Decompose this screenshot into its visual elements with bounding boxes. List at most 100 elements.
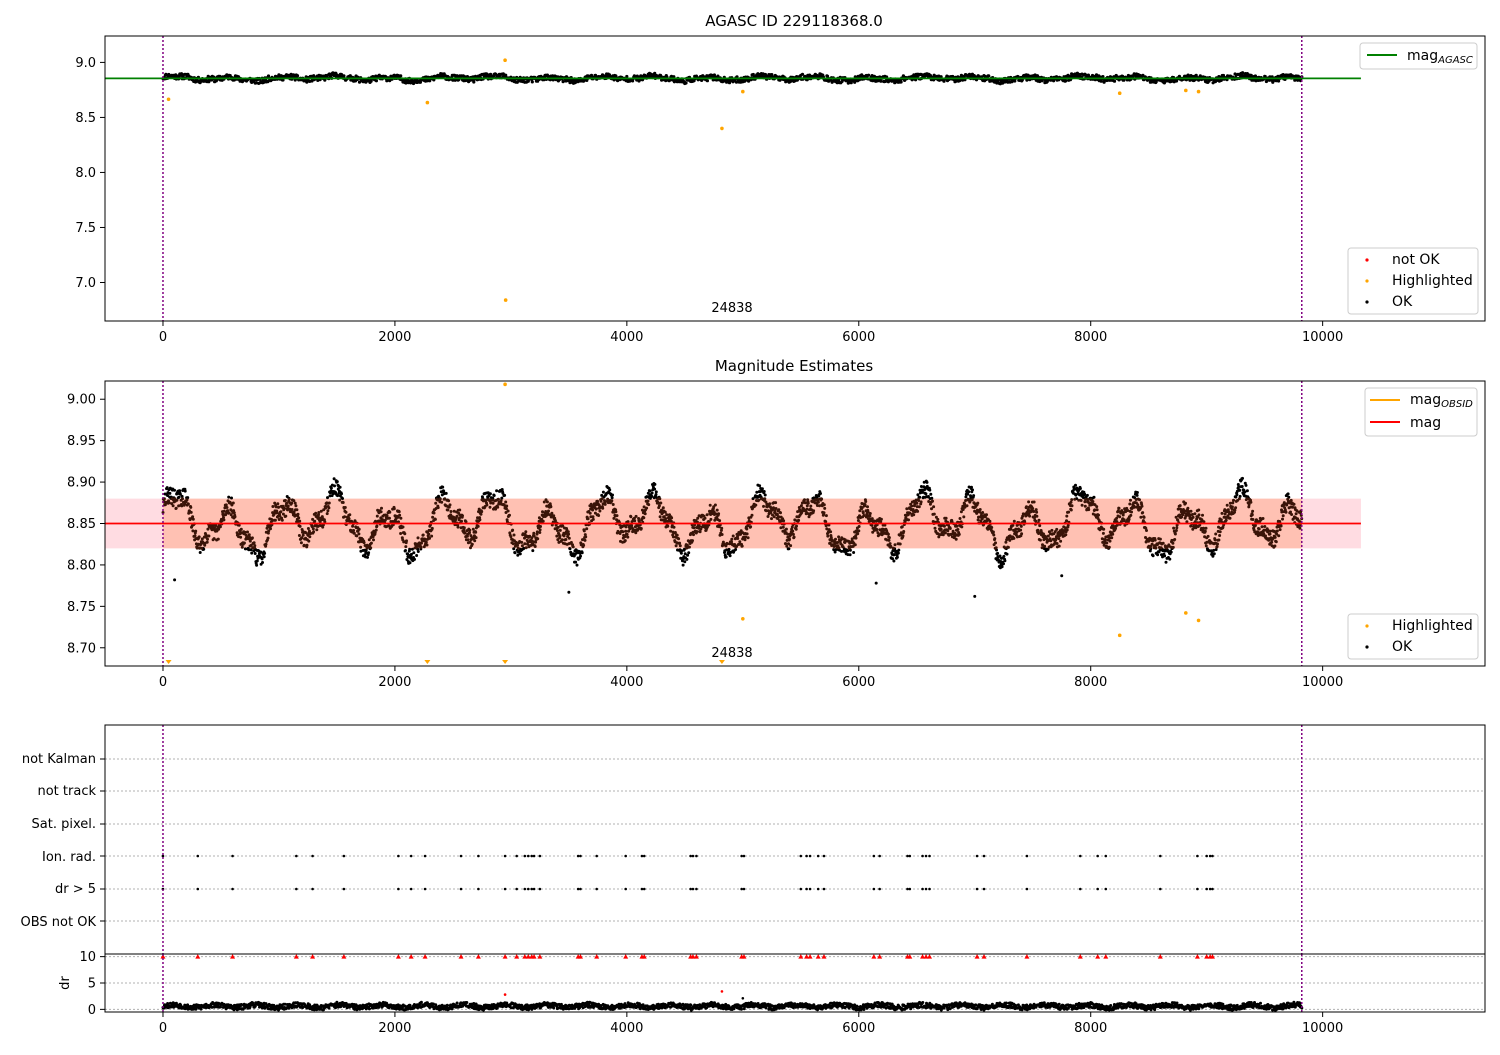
x-tick-label: 10000 [1302,1021,1343,1036]
y-tick-label: 7.0 [75,276,96,291]
flag-point [523,887,527,891]
flag-label-obs-not-ok: OBS not OK [21,915,97,930]
magnitude-ok-point [567,590,571,594]
y-tick-label: 8.80 [67,558,96,573]
magnitude-ok-point [874,581,878,585]
magnitude-legend-highlighted: Highlighted [1392,618,1473,634]
y-tick-label: 7.5 [75,221,96,236]
flag-point [526,887,530,891]
flag-point [515,887,518,891]
flag-point [515,854,518,858]
x-tick-label: 4000 [610,675,643,690]
flag-point [526,854,530,858]
x-tick-label: 8000 [1074,675,1107,690]
dr-point [741,996,745,1000]
flag-point [295,854,298,858]
flag-point [928,854,931,858]
flag-point [311,887,314,891]
x-tick-label: 4000 [610,330,643,345]
x-tick-label: 0 [159,1021,167,1036]
flag-point [196,887,200,891]
agasc-highlighted-point [425,100,430,105]
x-tick-label: 6000 [842,675,875,690]
flag-point [1211,887,1214,891]
agasc-legend-highlighted: Highlighted [1392,273,1473,289]
flag-point [975,887,979,891]
x-tick-label: 4000 [610,1021,643,1036]
agasc-highlighted-point [1184,88,1188,93]
flag-point [576,854,580,858]
y-tick-label: 0 [88,1003,96,1018]
flag-point [1158,854,1162,858]
flag-point [530,887,534,891]
flag-point [689,854,692,858]
flag-point [695,854,698,858]
flag-point [231,854,234,858]
flag-point [530,854,534,858]
flag-point [1205,887,1208,891]
flag-point [695,887,698,891]
agasc-legend-not-ok: not OK [1392,252,1440,268]
flag-point [196,854,200,858]
flag-point [295,887,298,891]
flag-point [1104,887,1108,891]
x-tick-label: 0 [159,330,167,345]
flag-point [1096,887,1099,891]
flag-point [924,854,928,858]
flag-point [342,887,346,891]
flag-point [799,887,803,891]
flag-point [872,887,876,891]
magnitude-ok-point [1060,574,1064,578]
flag-point [908,887,912,891]
dr-point [720,990,724,993]
y-tick-label: 8.5 [75,111,96,126]
y-tick-label: 9.00 [67,393,96,408]
y-tick-label: 8.70 [67,641,96,656]
y-tick-label: 5 [88,977,96,992]
magnitude-title: Magnitude Estimates [715,357,873,375]
flag-point [921,887,924,891]
flag-point [1205,854,1208,858]
flag-point [423,854,427,858]
y-tick-label: 10 [79,950,96,965]
y-tick-label: 8.90 [67,476,96,491]
magnitude-highlighted-point [1196,618,1201,623]
flag-point [311,854,314,858]
magnitude-legend-mag-obsid: mag [1410,392,1441,408]
agasc-highlighted-point [1196,89,1201,94]
flag-point [532,887,536,891]
agasc-line-legend: magAGASC [1359,42,1478,70]
flag-point [459,887,463,891]
flag-point [921,854,924,858]
agasc-legend-ok: OK [1392,294,1413,310]
x-tick-label: 10000 [1302,330,1343,345]
x-tick-label: 8000 [1074,1021,1107,1036]
magnitude-obsid-annotation: 24838 [711,646,752,661]
dr-point [503,993,507,996]
x-tick-label: 2000 [378,330,411,345]
agasc-highlighted-point [503,298,508,302]
flag-point [799,854,803,858]
flag-point [982,854,986,858]
flag-point [459,854,463,858]
magnitude-ok-point [173,578,177,582]
flag-label-not-track: not track [37,784,96,799]
flag-point [423,887,427,891]
flag-point [1025,854,1029,858]
y-tick-label: 9.0 [75,56,96,71]
flag-point [342,854,346,858]
flag-label-not-kalman: not Kalman [22,752,96,767]
flag-point [808,854,812,858]
flag-point [595,887,598,891]
agasc-legend-sub: AGASC [1437,55,1473,66]
flag-point [1078,887,1082,891]
flag-point [740,887,743,891]
flag-point [1096,854,1099,858]
flag-point [691,854,695,858]
magnitude-legend-obsid-sub: OBSID [1441,399,1473,410]
flag-point [1208,887,1212,891]
agasc-highlighted-point [720,126,724,131]
flag-point [808,887,812,891]
flag-label-ion-rad: Ion. rad. [42,850,96,865]
flag-point [906,854,909,858]
